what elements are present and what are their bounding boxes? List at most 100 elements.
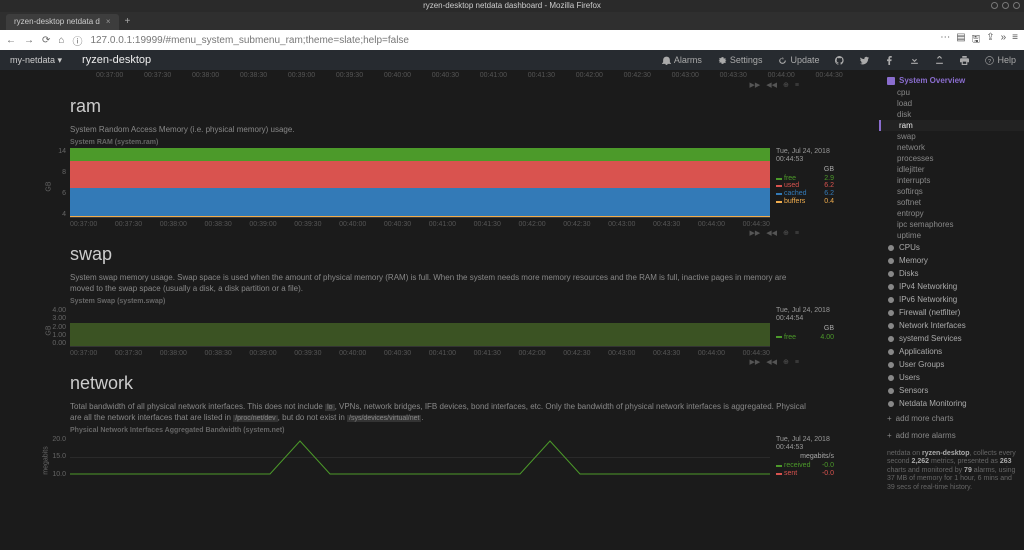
zoom-icon[interactable]: ⊕ — [783, 81, 789, 89]
section-title-network: network — [70, 373, 869, 394]
ram-band-cached — [70, 188, 770, 215]
legend-item[interactable]: buffers0.4 — [776, 198, 840, 206]
sidebar-header[interactable]: System Overview — [879, 74, 1024, 87]
tab-close-icon[interactable]: × — [106, 14, 111, 30]
time-ruler: 00:37:0000:37:3000:38:0000:38:3000:39:00… — [26, 70, 869, 80]
sidebar-item-swap[interactable]: swap — [879, 131, 1024, 142]
forward-icon[interactable]: → — [24, 35, 34, 46]
sidebar-section-memory[interactable]: Memory — [879, 254, 1024, 267]
plus-icon: + — [887, 414, 892, 423]
browser-nav-bar: ← → ⟳ ⌂ ⓘ 127.0.0.1:19999/#menu_system_s… — [0, 30, 1024, 50]
chart-legend-ram: Tue, Jul 24, 201800:44:53GBfree2.9used6.… — [770, 148, 840, 218]
sidebar-item-network[interactable]: network — [879, 142, 1024, 153]
settings-button[interactable]: Settings — [710, 55, 771, 65]
url-bar[interactable]: 127.0.0.1:19999/#menu_system_submenu_ram… — [90, 35, 932, 46]
legend-item[interactable]: cached6.2 — [776, 190, 840, 198]
swap-plot-area[interactable] — [70, 307, 770, 347]
ram-band-used — [70, 161, 770, 188]
share-icon[interactable]: ⇪ — [986, 32, 994, 49]
legend-item[interactable]: used6.2 — [776, 182, 840, 190]
sidebar-item-entropy[interactable]: entropy — [879, 208, 1024, 219]
legend-item[interactable]: free2.9 — [776, 175, 840, 183]
download-icon[interactable] — [902, 56, 927, 65]
close-icon[interactable] — [1013, 2, 1020, 9]
sidebar-item-softnet[interactable]: softnet — [879, 197, 1024, 208]
sidebar-section-ipv4-networking[interactable]: IPv4 Networking — [879, 280, 1024, 293]
sidebar-item-load[interactable]: load — [879, 98, 1024, 109]
sidebar-section-netdata-monitoring[interactable]: Netdata Monitoring — [879, 397, 1024, 410]
twitter-icon[interactable] — [852, 56, 877, 65]
sidebar-section-sensors[interactable]: Sensors — [879, 384, 1024, 397]
chart-swap: GB4.003.002.001.000.00 Tue, Jul 24, 2018… — [26, 307, 869, 347]
ram-plot-area[interactable] — [70, 148, 770, 218]
brand-dropdown[interactable]: my-netdata ▾ — [0, 55, 72, 66]
legend-item[interactable]: free4.00 — [776, 334, 840, 342]
more-icon[interactable]: ⋯ — [940, 32, 950, 49]
section-desc-network: Total bandwidth of all physical network … — [70, 402, 810, 423]
net-plot-area[interactable] — [70, 436, 770, 476]
sidebar-section-user-groups[interactable]: User Groups — [879, 358, 1024, 371]
reload-icon[interactable]: ⟳ — [42, 35, 50, 46]
new-tab-button[interactable]: + — [125, 14, 131, 30]
ram-band-free — [70, 148, 770, 161]
section-desc-ram: System Random Access Memory (i.e. physic… — [70, 125, 810, 135]
app-top-bar: my-netdata ▾ ryzen-desktop Alarms Settin… — [0, 50, 1024, 70]
section-title-swap: swap — [70, 244, 869, 265]
sidebar-item-softirqs[interactable]: softirqs — [879, 186, 1024, 197]
browser-tab[interactable]: ryzen-desktop netdata d × — [6, 14, 119, 30]
sidebar-section-users[interactable]: Users — [879, 371, 1024, 384]
menu-icon[interactable]: ≡ — [795, 82, 799, 89]
plus-icon: + — [887, 431, 892, 440]
save-icon[interactable]: 🖫 — [972, 32, 981, 49]
legend-item[interactable]: sent-0.0 — [776, 470, 840, 478]
maximize-icon[interactable] — [1002, 2, 1009, 9]
extensions-icon[interactable]: » — [1001, 32, 1007, 49]
play-icon[interactable]: ▶▶ — [749, 81, 760, 89]
facebook-icon[interactable] — [877, 56, 902, 65]
add-charts-button[interactable]: +add more charts — [879, 410, 1024, 427]
sidebar-section-ipv6-networking[interactable]: IPv6 Networking — [879, 293, 1024, 306]
x-axis: 00:37:0000:37:3000:38:0000:38:3000:39:00… — [70, 220, 770, 228]
window-title-bar: ryzen-desktop netdata dashboard - Mozill… — [0, 0, 1024, 12]
update-button[interactable]: Update — [770, 55, 827, 65]
chart-legend-network: Tue, Jul 24, 201800:44:53megabits/srecei… — [770, 436, 840, 478]
sidebar-item-interrupts[interactable]: interrupts — [879, 175, 1024, 186]
github-icon[interactable] — [827, 56, 852, 65]
bookmark-icon[interactable]: ▤ — [956, 32, 965, 49]
sidebar-section-cpus[interactable]: CPUs — [879, 241, 1024, 254]
sidebar-item-ram[interactable]: ram — [879, 120, 1024, 131]
home-icon[interactable]: ⌂ — [58, 35, 64, 46]
chart-controls: ▶▶ ◀◀ ⊕ ≡ — [26, 80, 799, 90]
net-line-received — [70, 441, 770, 474]
sidebar-section-systemd-services[interactable]: systemd Services — [879, 332, 1024, 345]
host-name: ryzen-desktop — [72, 54, 161, 66]
sidebar-item-cpu[interactable]: cpu — [879, 87, 1024, 98]
menu-icon[interactable]: ≡ — [1012, 32, 1018, 49]
sidebar-item-ipc-semaphores[interactable]: ipc semaphores — [879, 219, 1024, 230]
sidebar-footer: netdata on ryzen-desktop, collects every… — [879, 444, 1024, 498]
chart-title-swap: System Swap (system.swap) — [70, 298, 869, 305]
sidebar-item-disk[interactable]: disk — [879, 109, 1024, 120]
sidebar-item-uptime[interactable]: uptime — [879, 230, 1024, 241]
alarms-button[interactable]: Alarms — [654, 55, 710, 65]
info-icon[interactable]: ⓘ — [72, 33, 82, 48]
sidebar: System Overview cpuloaddiskramswapnetwor… — [879, 70, 1024, 550]
back-icon[interactable]: ← — [6, 35, 16, 46]
sidebar-section-disks[interactable]: Disks — [879, 267, 1024, 280]
sidebar-item-processes[interactable]: processes — [879, 153, 1024, 164]
swap-band-free — [70, 323, 770, 346]
chart-legend-swap: Tue, Jul 24, 201800:44:54GBfree4.00 — [770, 307, 840, 347]
chart-network: megabits20.015.010.0 Tue, Jul 24, 201800… — [26, 436, 869, 478]
section-desc-swap: System swap memory usage. Swap space is … — [70, 273, 810, 294]
sidebar-section-firewall-netfilter-[interactable]: Firewall (netfilter) — [879, 306, 1024, 319]
minimize-icon[interactable] — [991, 2, 998, 9]
help-button[interactable]: ?Help — [977, 55, 1024, 65]
sidebar-item-idlejitter[interactable]: idlejitter — [879, 164, 1024, 175]
add-alarms-button[interactable]: +add more alarms — [879, 427, 1024, 444]
rewind-icon[interactable]: ◀◀ — [766, 81, 777, 89]
legend-item[interactable]: received-0.0 — [776, 462, 840, 470]
sidebar-section-network-interfaces[interactable]: Network Interfaces — [879, 319, 1024, 332]
print-icon[interactable] — [952, 56, 977, 65]
upload-icon[interactable] — [927, 56, 952, 65]
sidebar-section-applications[interactable]: Applications — [879, 345, 1024, 358]
